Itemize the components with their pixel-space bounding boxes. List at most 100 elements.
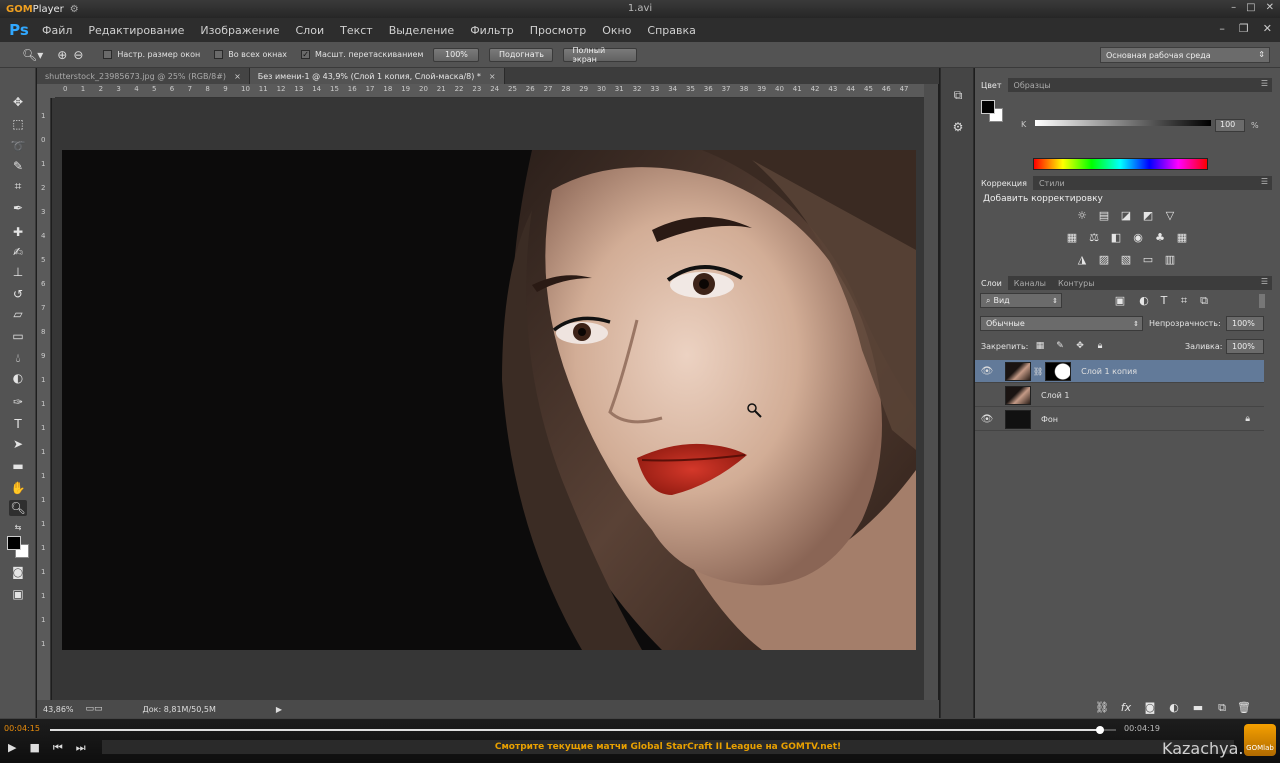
color-balance-icon[interactable]: ⚖ (1087, 232, 1101, 244)
zoom-tool-icon[interactable]: 🔍︎ (9, 500, 27, 516)
history-panel-icon[interactable]: ⧉ (949, 88, 967, 104)
play-icon[interactable]: ▶ (8, 741, 16, 755)
swap-colors-icon[interactable]: ⇆ (9, 520, 27, 536)
checkbox-box[interactable]: ✓ (301, 50, 311, 59)
quick-select-tool-icon[interactable]: ✎ (9, 158, 27, 174)
zoom-100-button[interactable]: 100% (433, 47, 480, 62)
channel-mixer-icon[interactable]: ♣ (1153, 232, 1167, 244)
eraser-tool-icon[interactable]: ▱ (9, 306, 27, 322)
crop-tool-icon[interactable]: ⌗ (9, 178, 27, 194)
layer-row-background[interactable]: 👁︎ Фон 🔒︎ (975, 408, 1264, 431)
panel-menu-icon[interactable]: ☰ (1261, 79, 1268, 88)
restore-icon[interactable]: ❐ (1239, 22, 1249, 35)
tab-channels[interactable]: Каналы (1008, 276, 1052, 290)
k-slider[interactable] (1035, 120, 1211, 126)
tab-color[interactable]: Цвет (975, 78, 1008, 92)
path-select-tool-icon[interactable]: ➤ (9, 436, 27, 452)
vertical-ruler[interactable]: 1 0 1 2 3 4 5 6 7 8 9 1 1 1 1 1 1 1 1 1 1 1 1 (37, 98, 51, 700)
layer-name[interactable]: Фон (1041, 415, 1058, 424)
menu-select[interactable]: Выделение (381, 24, 463, 37)
marquee-tool-icon[interactable]: ⬚ (9, 116, 27, 132)
ruler-origin[interactable] (37, 84, 55, 98)
black-white-icon[interactable]: ◧ (1109, 232, 1123, 244)
canvas-area[interactable] (52, 98, 930, 700)
vibrance-icon[interactable]: ▽ (1163, 210, 1177, 222)
lock-image-icon[interactable]: ✎ (1053, 340, 1067, 352)
tab-shutterstock[interactable]: shutterstock_23985673.jpg @ 25% (RGB/8#)… (37, 68, 250, 84)
eye-icon[interactable]: 👁︎ (975, 366, 999, 377)
dodge-tool-icon[interactable]: ◐ (9, 370, 27, 386)
tab-adjustments[interactable]: Коррекция (975, 176, 1033, 190)
panel-menu-icon[interactable]: ☰ (1261, 177, 1268, 186)
color-lookup-icon[interactable]: ▦ (1175, 232, 1189, 244)
stop-icon[interactable]: ■ (29, 741, 39, 755)
visibility-toggle[interactable]: ▫ (975, 390, 999, 401)
lock-pixels-transparency-icon[interactable]: ▦ (1033, 340, 1047, 352)
layer-thumbnail[interactable] (1005, 409, 1031, 429)
close-icon[interactable]: × (489, 72, 496, 81)
gomlab-button[interactable]: GOMlab (1244, 724, 1276, 756)
next-icon[interactable]: ⏭ (76, 741, 86, 755)
levels-icon[interactable]: ▤ (1097, 210, 1111, 222)
menu-edit[interactable]: Редактирование (80, 24, 192, 37)
tab-swatches[interactable]: Образцы (1008, 78, 1057, 92)
full-screen-button[interactable]: Полный экран (563, 46, 638, 64)
zoom-tool-preset-icon[interactable]: 🔍︎▾ (22, 48, 43, 62)
zoom-level[interactable]: 43,86% (43, 705, 74, 714)
checkbox-box[interactable] (103, 50, 113, 59)
fill-field[interactable]: 100% (1226, 339, 1264, 354)
layer-name[interactable]: Слой 1 копия (1081, 367, 1137, 376)
news-ticker[interactable]: Смотрите текущие матчи Global StarCraft … (102, 740, 1234, 754)
new-layer-icon[interactable]: ⧉ (1215, 702, 1229, 714)
menu-layer[interactable]: Слои (288, 24, 333, 37)
add-mask-icon[interactable]: ◙ (1143, 702, 1157, 714)
horizontal-ruler[interactable]: 0 1 2 3 4 5 6 7 8 9 10 11 12 13 14 15 16 17 18 19 20 21 22 23 24… (55, 84, 930, 98)
brush-tool-icon[interactable]: ✍ (9, 244, 27, 260)
tab-layers[interactable]: Слои (975, 276, 1008, 290)
posterize-icon[interactable]: ▨ (1097, 254, 1111, 266)
screen-mode-icon[interactable]: ▣ (9, 586, 27, 602)
gom-logo[interactable]: GOMPlayer (6, 4, 64, 15)
opacity-field[interactable]: 100% (1226, 316, 1264, 331)
filter-smart-icon[interactable]: ⧉ (1197, 295, 1211, 307)
hand-tool-icon[interactable]: ✋ (9, 480, 27, 496)
seek-bar[interactable] (50, 726, 1116, 734)
foreground-color-swatch[interactable] (7, 536, 21, 550)
blend-mode-select[interactable]: Обычные ⇕ (980, 316, 1143, 331)
fit-screen-button[interactable]: Подогнать (489, 47, 554, 62)
gradient-map-icon[interactable]: ▭ (1141, 254, 1155, 266)
history-brush-tool-icon[interactable]: ↺ (9, 286, 27, 302)
menu-image[interactable]: Изображение (192, 24, 287, 37)
minimize-icon[interactable]: – (1231, 2, 1236, 13)
properties-panel-icon[interactable]: ⚙ (949, 120, 967, 136)
color-spectrum[interactable] (1033, 158, 1208, 170)
menu-window[interactable]: Окно (594, 24, 639, 37)
tab-untitled[interactable]: Без имени-1 @ 43,9% (Слой 1 копия, Слой-… (249, 68, 505, 84)
gradient-tool-icon[interactable]: ▭ (9, 328, 27, 344)
filter-adjustment-icon[interactable]: ◐ (1137, 295, 1151, 307)
close-icon[interactable]: ✕ (1263, 22, 1272, 35)
layer-name[interactable]: Слой 1 (1041, 391, 1069, 400)
blur-tool-icon[interactable]: 💧︎ (9, 350, 27, 366)
lock-all-icon[interactable]: 🔒︎ (1093, 340, 1107, 352)
checkbox-box[interactable] (214, 50, 224, 59)
filter-pixel-icon[interactable]: ▣ (1113, 295, 1127, 307)
invert-icon[interactable]: ◮ (1075, 254, 1089, 266)
new-adjustment-icon[interactable]: ◐ (1167, 702, 1181, 714)
close-icon[interactable]: × (234, 72, 241, 81)
filter-toggle[interactable] (1259, 294, 1265, 308)
filter-shape-icon[interactable]: ⌗ (1177, 295, 1191, 307)
layer-mask-thumbnail[interactable] (1045, 361, 1072, 381)
resize-windows-checkbox[interactable]: Настр. размер окон (103, 50, 200, 59)
maximize-icon[interactable]: □ (1246, 2, 1255, 13)
link-layers-icon[interactable]: ⛓ (1095, 702, 1109, 714)
menu-filter[interactable]: Фильтр (462, 24, 522, 37)
document-canvas[interactable] (62, 150, 916, 650)
brightness-icon[interactable]: ☼ (1075, 210, 1089, 222)
delete-layer-icon[interactable]: 🗑︎ (1237, 702, 1251, 714)
zoom-out-icon[interactable]: ⊖ (73, 48, 83, 62)
tab-styles[interactable]: Стили (1033, 176, 1071, 190)
layer-row-layer1[interactable]: ▫ Слой 1 (975, 384, 1264, 407)
panel-menu-icon[interactable]: ☰ (1261, 277, 1268, 286)
all-windows-checkbox[interactable]: Во всех окнах (214, 50, 287, 59)
